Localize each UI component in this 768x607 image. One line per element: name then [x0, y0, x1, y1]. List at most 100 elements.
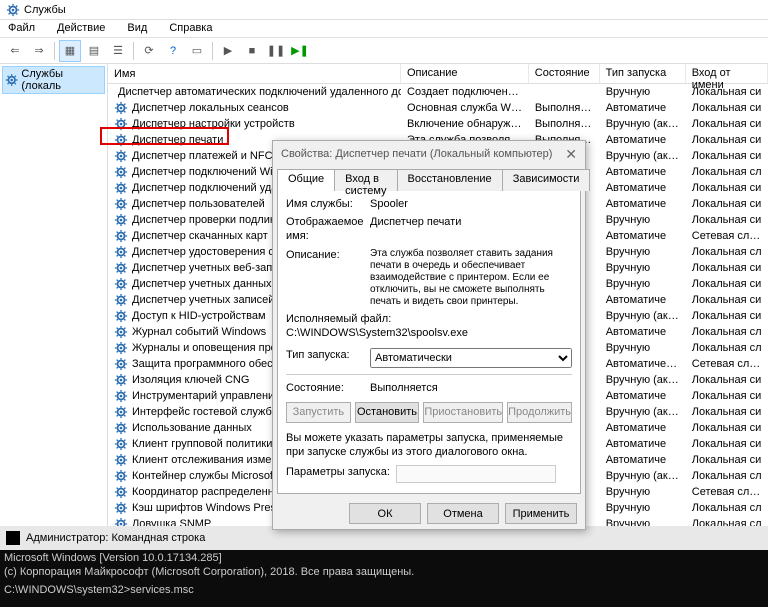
apply-button[interactable]: Применить: [505, 503, 577, 524]
service-start-cell: Вручную (ак…: [600, 470, 686, 482]
service-desc-cell: Создает подключение к уда…: [401, 86, 529, 98]
cmd-title-text: Администратор: Командная строка: [26, 532, 205, 544]
table-row[interactable]: Диспетчер настройки устройств Включение о…: [108, 116, 768, 132]
tree-root[interactable]: Службы (локаль: [2, 66, 105, 94]
service-from-cell: Локальная си: [686, 390, 768, 402]
tree-root-label: Службы (локаль: [21, 68, 102, 92]
service-from-cell: Локальная сл: [686, 342, 768, 354]
show-hide-tree-button[interactable]: ▦: [59, 40, 81, 62]
service-name-cell: Диспетчер настройки устройств: [132, 118, 295, 130]
service-icon: [114, 389, 128, 403]
menu-file[interactable]: Файл: [4, 21, 39, 36]
service-from-cell: Локальная си: [686, 118, 768, 130]
app-icon: [6, 3, 20, 17]
menubar[interactable]: Файл Действие Вид Справка: [0, 20, 768, 38]
service-from-cell: Сетевая служ: [686, 486, 768, 498]
window-titlebar: Службы: [0, 0, 768, 20]
service-icon: [114, 277, 128, 291]
service-icon: [114, 133, 128, 147]
forward-button[interactable]: ⇒: [28, 40, 50, 62]
tree-pane: Службы (локаль: [0, 64, 108, 526]
back-button[interactable]: ⇐: [4, 40, 26, 62]
startup-type-select[interactable]: Автоматически: [370, 348, 572, 368]
menu-help[interactable]: Справка: [165, 21, 216, 36]
cmd-line-2: (c) Корпорация Майкрософт (Microsoft Cor…: [4, 566, 764, 580]
dialog-footer: ОК Отмена Применить: [273, 498, 585, 529]
start-service-button[interactable]: ▶: [217, 40, 239, 62]
ok-button[interactable]: ОК: [349, 503, 421, 524]
service-start-cell: Вручную (ак…: [600, 374, 686, 386]
service-icon: [114, 437, 128, 451]
service-from-cell: Локальная си: [686, 198, 768, 210]
dialog-title-bar[interactable]: Свойства: Диспетчер печати (Локальный ко…: [273, 141, 585, 168]
restart-service-button[interactable]: ▶❚: [289, 40, 311, 62]
table-row[interactable]: Диспетчер автоматических подключений уда…: [108, 84, 768, 100]
service-properties-dialog: Свойства: Диспетчер печати (Локальный ко…: [272, 140, 586, 530]
col-name[interactable]: Имя: [108, 64, 401, 83]
service-icon: [114, 485, 128, 499]
service-start-cell: Вручную (ак…: [600, 118, 686, 130]
col-state[interactable]: Состояние: [529, 64, 600, 83]
pause-service-button[interactable]: ❚❚: [265, 40, 287, 62]
service-start-cell: Автоматиче: [600, 198, 686, 210]
service-start-cell: Автоматиче: [600, 294, 686, 306]
service-start-cell: Вручную: [600, 486, 686, 498]
service-name-cell: Клиент групповой политики: [132, 438, 272, 450]
service-start-cell: Вручную (ак…: [600, 406, 686, 418]
tab-general[interactable]: Общие: [277, 169, 335, 191]
service-icon: [114, 405, 128, 419]
dialog-title: Свойства: Диспетчер печати (Локальный ко…: [281, 148, 552, 160]
service-icon: [114, 357, 128, 371]
window-title: Службы: [24, 4, 66, 16]
props-button[interactable]: ▭: [186, 40, 208, 62]
service-start-cell: Автоматиче: [600, 326, 686, 338]
service-start-cell: Вручную: [600, 518, 686, 526]
help-text: Вы можете указать параметры запуска, при…: [286, 431, 572, 460]
service-name-cell: Диспетчер скачанных карт: [132, 230, 268, 242]
col-start[interactable]: Тип запуска: [600, 64, 686, 83]
service-from-cell: Сетевая служ: [686, 230, 768, 242]
col-from[interactable]: Вход от имени: [686, 64, 768, 83]
export-button[interactable]: ☰: [107, 40, 129, 62]
stop-button[interactable]: Остановить: [355, 402, 420, 423]
service-from-cell: Локальная си: [686, 406, 768, 418]
tab-dependencies[interactable]: Зависимости: [502, 169, 591, 191]
service-name-cell: Диспетчер учетных данных: [132, 278, 272, 290]
tab-logon[interactable]: Вход в систему: [334, 169, 397, 191]
service-start-cell: Автоматиче: [600, 182, 686, 194]
service-desc-cell: Основная служба Windows, …: [401, 102, 529, 114]
label-start-params: Параметры запуска:: [286, 465, 396, 479]
service-name-cell: Диспетчер автоматических подключений уда…: [118, 86, 401, 98]
col-desc[interactable]: Описание: [401, 64, 529, 83]
service-desc-cell: Включение обнаружения, с…: [401, 118, 529, 130]
dialog-tabs: Общие Вход в систему Восстановление Зави…: [273, 168, 585, 190]
refresh-button[interactable]: ⟳: [138, 40, 160, 62]
service-icon: [114, 309, 128, 323]
cancel-button[interactable]: Отмена: [427, 503, 499, 524]
service-from-cell: Локальная сл: [686, 502, 768, 514]
service-icon: [114, 229, 128, 243]
close-icon[interactable]: ✕: [565, 146, 577, 163]
cmd-output[interactable]: Microsoft Windows [Version 10.0.17134.28…: [0, 550, 768, 599]
service-start-cell: Вручную: [600, 262, 686, 274]
service-icon: [114, 341, 128, 355]
service-icon: [114, 245, 128, 259]
table-row[interactable]: Диспетчер локальных сеансовОсновная служ…: [108, 100, 768, 116]
service-icon: [114, 453, 128, 467]
help-button[interactable]: ?: [162, 40, 184, 62]
menu-action[interactable]: Действие: [53, 21, 109, 36]
service-from-cell: Локальная сл: [686, 470, 768, 482]
details-button[interactable]: ▤: [83, 40, 105, 62]
service-start-cell: Вручную: [600, 502, 686, 514]
service-start-cell: Автоматиче: [600, 454, 686, 466]
service-from-cell: Локальная си: [686, 214, 768, 226]
service-from-cell: Локальная си: [686, 102, 768, 114]
display-name-value: Диспетчер печати: [370, 215, 572, 229]
menu-view[interactable]: Вид: [123, 21, 151, 36]
tab-recovery[interactable]: Восстановление: [397, 169, 503, 191]
service-icon: [114, 197, 128, 211]
service-from-cell: Локальная сл: [686, 326, 768, 338]
stop-service-button[interactable]: ■: [241, 40, 263, 62]
service-icon: [114, 421, 128, 435]
grid-header: Имя Описание Состояние Тип запуска Вход …: [108, 64, 768, 84]
